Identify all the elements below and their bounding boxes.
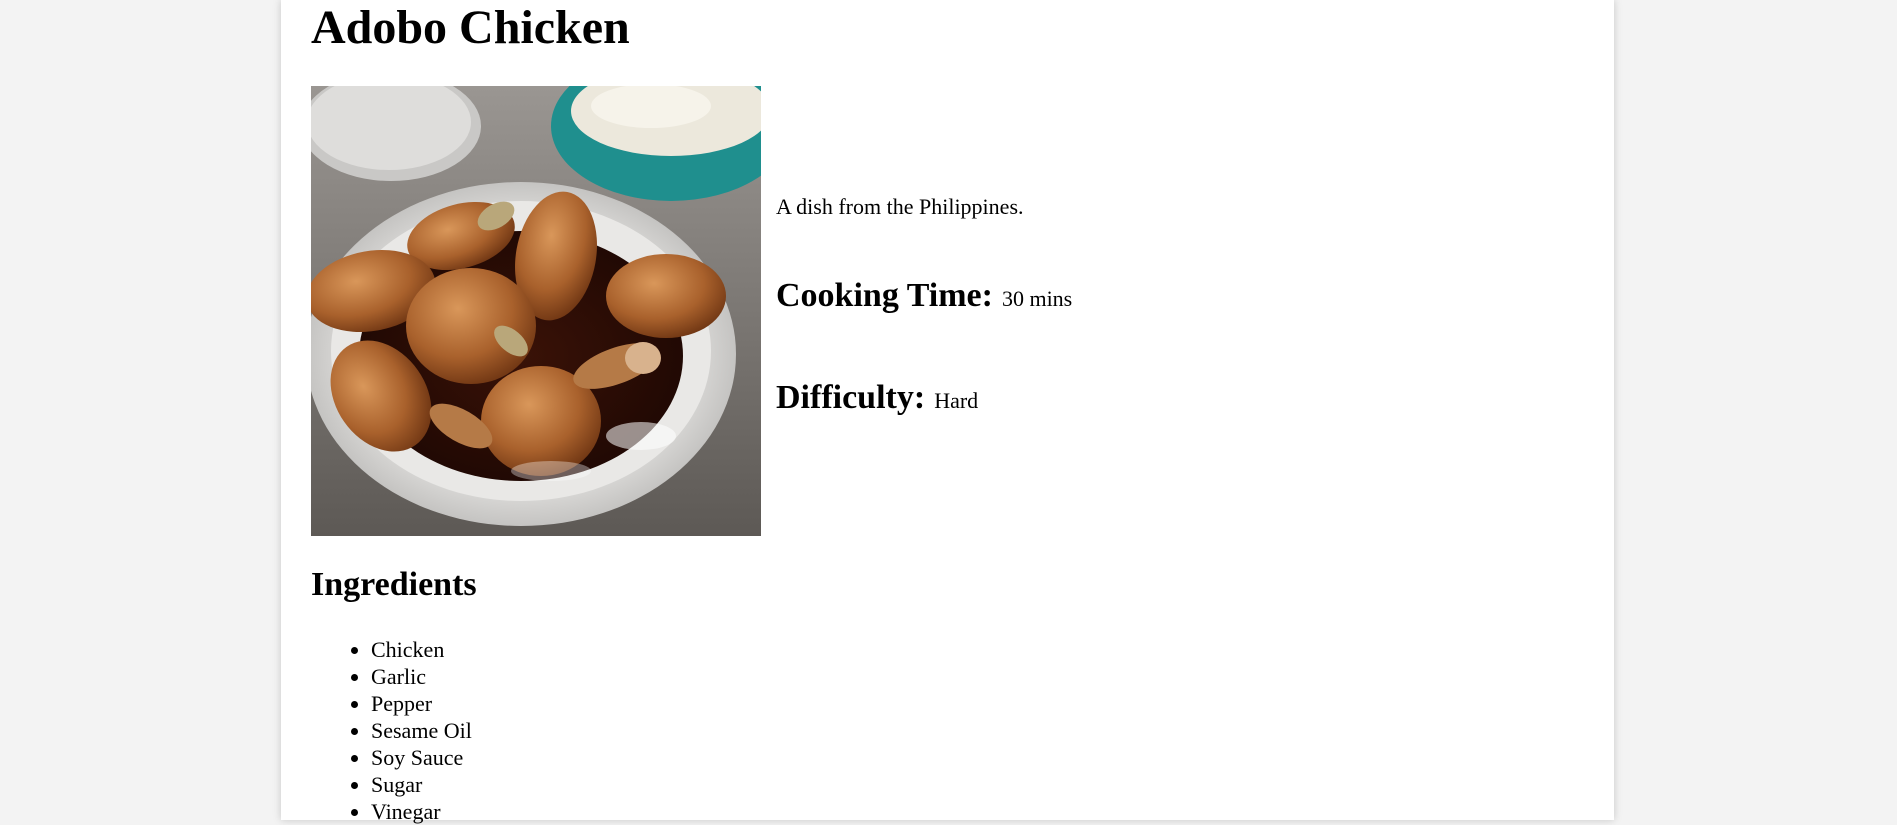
ingredient-item: Sugar bbox=[371, 771, 472, 798]
ingredients-heading: Ingredients bbox=[311, 566, 477, 603]
ingredient-item: Garlic bbox=[371, 663, 472, 690]
ingredient-item: Pepper bbox=[371, 690, 472, 717]
recipe-info: A dish from the Philippines. Cooking Tim… bbox=[776, 86, 1376, 536]
ingredients-list: Chicken Garlic Pepper Sesame Oil Soy Sau… bbox=[311, 636, 472, 825]
recipe-card: Adobo Chicken A dish from the Philippine… bbox=[281, 0, 1614, 824]
recipe-description: A dish from the Philippines. bbox=[776, 194, 1024, 219]
ingredient-item: Chicken bbox=[371, 636, 472, 663]
cooking-time-value: 30 mins bbox=[1001, 286, 1073, 311]
recipe-title: Adobo Chicken bbox=[311, 1, 630, 54]
difficulty-label: Difficulty: bbox=[776, 379, 926, 416]
cooking-time-row: Cooking Time: 30 mins bbox=[776, 276, 1072, 316]
ingredient-item: Sesame Oil bbox=[371, 717, 472, 744]
recipe-photo bbox=[311, 86, 761, 536]
adobo-chicken-image bbox=[311, 86, 761, 536]
difficulty-value: Hard bbox=[934, 388, 979, 413]
cooking-time-label: Cooking Time: bbox=[776, 277, 993, 314]
ingredient-item: Soy Sauce bbox=[371, 744, 472, 771]
ingredient-item: Vinegar bbox=[371, 798, 472, 825]
difficulty-row: Difficulty: Hard bbox=[776, 378, 978, 418]
